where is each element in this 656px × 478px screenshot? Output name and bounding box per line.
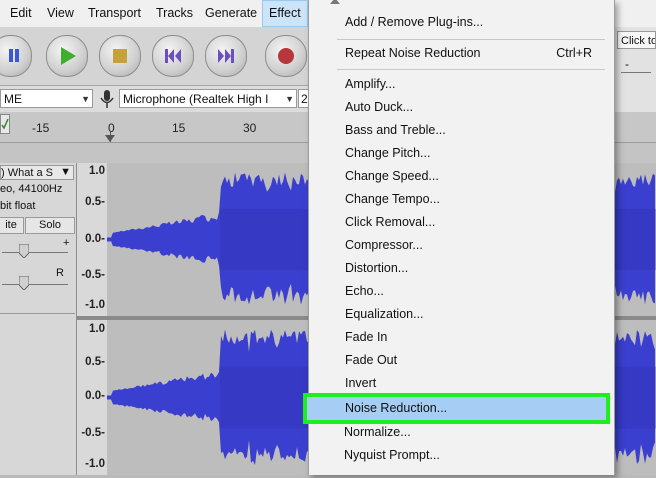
menu-edit[interactable]: Edit [4, 0, 38, 27]
check-icon [1, 118, 9, 130]
scale-label: -0.5- [81, 427, 105, 439]
record-icon [278, 48, 294, 64]
menu-item-fade-out[interactable]: Fade Out [345, 353, 397, 367]
menu-tracks[interactable]: Tracks [150, 0, 199, 27]
menu-item-change-tempo[interactable]: Change Tempo... [345, 192, 440, 206]
menu-item-echo[interactable]: Echo... [345, 284, 384, 298]
scale-label: 0.0- [85, 390, 105, 402]
menu-effect[interactable]: Effect [262, 0, 308, 27]
menu-item-nyquist-prompt[interactable]: Nyquist Prompt... [344, 448, 440, 462]
menu-item-add-remove-plugins[interactable]: Add / Remove Plug-ins... [345, 15, 483, 29]
ruler-label: 15 [172, 121, 186, 135]
menu-item-click-removal[interactable]: Click Removal... [345, 215, 435, 229]
track-bit-depth: bit float [0, 200, 36, 212]
menu-item-equalization[interactable]: Equalization... [345, 307, 424, 321]
track-name-button[interactable]: ) What a S ▼ [0, 165, 74, 180]
track-name: ) What a S [1, 167, 53, 179]
audio-host-value: ME [4, 92, 22, 106]
highlight-box [303, 393, 610, 424]
menu-item-amplify[interactable]: Amplify... [345, 77, 395, 91]
skip-end-button[interactable] [205, 35, 247, 77]
menu-generate[interactable]: Generate [199, 0, 263, 27]
play-icon [61, 47, 76, 65]
record-button[interactable] [265, 35, 307, 77]
meter-toolbar: Click to - [613, 27, 656, 112]
microphone-icon [100, 90, 114, 108]
scroll-up-icon[interactable] [330, 0, 340, 6]
recording-device-select[interactable]: Microphone (Realtek High I ▼ [119, 89, 297, 108]
mute-button[interactable]: ite [0, 217, 24, 234]
menu-item-change-pitch[interactable]: Change Pitch... [345, 146, 430, 160]
menu-item-normalize[interactable]: Normalize... [344, 425, 411, 439]
skip-start-button[interactable] [152, 35, 194, 77]
scale-label: 0.0- [85, 233, 105, 245]
lower-channel-scale: 1.0 0.5- 0.0- -0.5- -1.0 [77, 320, 107, 475]
recording-device-value: Microphone (Realtek High I [123, 92, 269, 106]
menu-shortcut-repeat: Ctrl+R [556, 46, 592, 60]
pan-slider-thumb[interactable] [19, 276, 29, 290]
menu-item-invert[interactable]: Invert [345, 376, 376, 390]
menu-item-compressor[interactable]: Compressor... [345, 238, 423, 252]
menu-separator [337, 39, 605, 40]
chevron-down-icon: ▼ [285, 94, 294, 104]
scale-label: 0.5- [85, 356, 105, 368]
ruler-label: 30 [243, 121, 257, 135]
scale-label: -0.5- [81, 269, 105, 281]
stop-button[interactable] [99, 35, 141, 77]
menu-transport[interactable]: Transport [82, 0, 147, 27]
playhead-marker[interactable] [105, 135, 115, 142]
gain-plus-label: + [63, 237, 70, 249]
track-format-info: eo, 44100Hz [0, 183, 63, 195]
skip-start-icon [165, 49, 181, 63]
gain-slider-track[interactable] [2, 252, 68, 253]
menu-item-repeat-noise-reduction[interactable]: Repeat Noise Reduction [345, 46, 481, 60]
menu-item-auto-duck[interactable]: Auto Duck... [345, 100, 413, 114]
chevron-down-icon: ▼ [60, 166, 71, 178]
solo-button[interactable]: Solo [25, 217, 75, 234]
play-button[interactable] [46, 35, 88, 77]
chevron-down-icon: ▼ [81, 94, 90, 104]
pause-button[interactable] [0, 35, 32, 77]
gain-slider-thumb[interactable] [19, 244, 29, 258]
menu-item-bass-and-treble[interactable]: Bass and Treble... [345, 123, 446, 137]
track-panel-divider [0, 313, 75, 314]
skip-end-icon [218, 49, 234, 63]
scale-label: 1.0 [89, 165, 105, 177]
meter-dash: - [625, 57, 629, 71]
scale-label: 0.5- [85, 196, 105, 208]
pause-icon [9, 49, 19, 62]
pan-slider-track[interactable] [2, 284, 68, 285]
meter-slider[interactable] [621, 72, 651, 73]
timeline-options-button[interactable] [0, 114, 10, 134]
click-to-start-monitoring[interactable]: Click to [617, 31, 656, 49]
audio-host-select[interactable]: ME ▼ [0, 89, 93, 108]
ruler-label: -15 [32, 121, 50, 135]
menu-view[interactable]: View [41, 0, 80, 27]
stop-icon [113, 49, 127, 63]
scale-label: -1.0 [85, 458, 105, 470]
upper-channel-scale: 1.0 0.5- 0.0- -0.5- -1.0 [77, 163, 107, 316]
menu-item-distortion[interactable]: Distortion... [345, 261, 408, 275]
channels-value: 2 [301, 92, 308, 106]
scale-label: -1.0 [85, 299, 105, 311]
menu-item-change-speed[interactable]: Change Speed... [345, 169, 439, 183]
track-control-panel: ) What a S ▼ eo, 44100Hz bit float ite S… [0, 163, 77, 475]
pan-right-label: R [56, 267, 64, 279]
menu-separator [337, 69, 605, 70]
scale-label: 1.0 [89, 323, 105, 335]
menu-item-fade-in[interactable]: Fade In [345, 330, 387, 344]
ruler-label: 0 [108, 121, 115, 135]
